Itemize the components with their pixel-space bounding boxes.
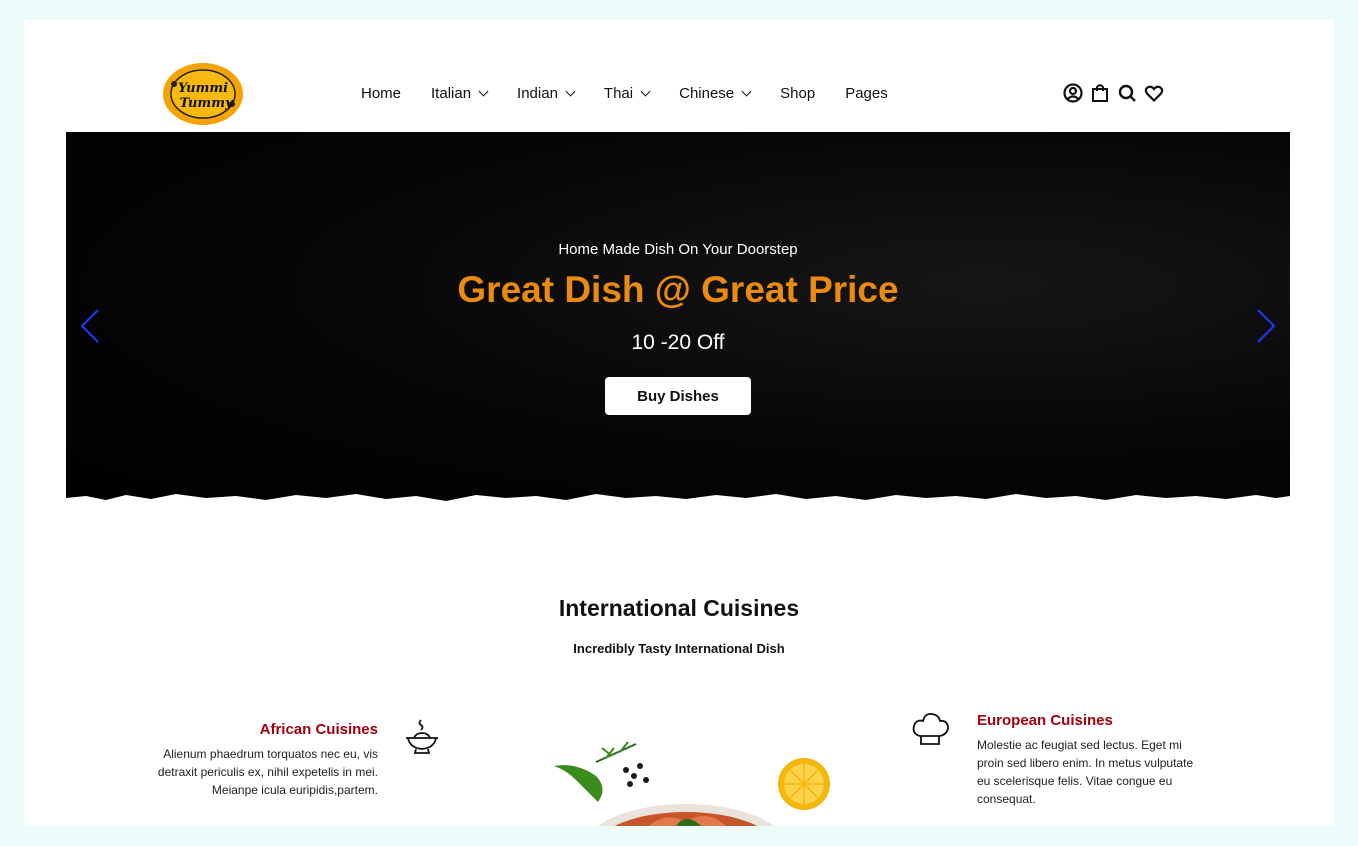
nav-pages[interactable]: Pages	[845, 85, 888, 102]
nav-italian-label: Italian	[431, 84, 472, 102]
nav-home[interactable]: Home	[361, 85, 401, 102]
hero-offer: 10 -20 Off	[631, 331, 725, 354]
african-cuisine-title[interactable]: African Cuisines	[94, 721, 378, 738]
chef-hat-icon	[912, 712, 949, 745]
nav-shop[interactable]: Shop	[780, 85, 815, 102]
chevron-down-icon	[640, 86, 651, 97]
african-cuisine-text: Alienum phaedrum torquatos nec eu, vis d…	[94, 745, 378, 799]
african-text-line: Meianpe icula euripidis,partem.	[211, 783, 378, 797]
european-text-line: proin sed libero enim. In metus vulputat…	[977, 756, 1194, 770]
nav-chinese[interactable]: Chinese	[679, 84, 752, 102]
svg-text:Tummy: Tummy	[180, 96, 234, 111]
european-text-line: consequat.	[977, 792, 1036, 806]
section-subtitle: Incredibly Tasty International Dish	[573, 641, 785, 656]
hero-title: Great Dish @ Great Price	[457, 269, 899, 310]
main-nav: Home Italian Indian Thai Chinese Shop Pa…	[361, 82, 888, 104]
hero-slider: Home Made Dish On Your Doorstep Great Di…	[66, 132, 1290, 514]
european-text-line: eu scelerisque felis. Vitae congue eu	[977, 774, 1173, 788]
page: Yummi Tummy Home Italian Indian Thai Chi…	[24, 20, 1334, 826]
nav-chinese-label: Chinese	[679, 84, 735, 102]
section-title: International Cuisines	[558, 595, 800, 621]
african-text-line: Alienum phaedrum torquatos nec eu, vis	[163, 747, 378, 761]
chevron-down-icon	[741, 86, 752, 97]
nav-thai-label: Thai	[603, 84, 634, 102]
chevron-left-icon[interactable]	[76, 308, 102, 344]
nav-shop-label: Shop	[780, 84, 816, 102]
nav-indian[interactable]: Indian	[517, 84, 576, 102]
nav-home-label: Home	[361, 84, 402, 102]
european-cuisine-text: Molestie ac feugiat sed lectus. Eget mi …	[977, 736, 1257, 808]
steaming-bowl-icon	[406, 719, 438, 754]
african-text-line: detraxit periculis ex, nihil expetelis i…	[157, 765, 378, 779]
user-circle-icon[interactable]	[1062, 82, 1084, 104]
food-bowl-image	[554, 741, 830, 826]
hero-subtitle: Home Made Dish On Your Doorstep	[558, 241, 798, 258]
nav-italian[interactable]: Italian	[431, 84, 489, 102]
svg-text:Yummi: Yummi	[178, 81, 228, 96]
site-logo[interactable]: Yummi Tummy	[162, 62, 244, 126]
torn-paper-edge	[66, 494, 1290, 514]
european-cuisine-title[interactable]: European Cuisines	[977, 712, 1257, 729]
search-icon[interactable]	[1116, 82, 1138, 104]
chevron-down-icon	[478, 86, 489, 97]
heart-icon[interactable]	[1143, 82, 1165, 104]
african-cuisine-card: African Cuisines Alienum phaedrum torqua…	[94, 721, 378, 799]
chevron-right-icon[interactable]	[1254, 308, 1280, 344]
nav-pages-label: Pages	[845, 84, 888, 102]
header-actions	[1062, 82, 1165, 104]
nav-thai[interactable]: Thai	[603, 84, 651, 102]
european-text-line: Molestie ac feugiat sed lectus. Eget mi	[977, 738, 1182, 752]
chevron-down-icon	[565, 86, 576, 97]
shopping-bag-icon[interactable]	[1089, 82, 1111, 104]
nav-indian-label: Indian	[517, 84, 558, 102]
european-cuisine-card: European Cuisines Molestie ac feugiat se…	[977, 712, 1257, 808]
buy-dishes-button[interactable]: Buy Dishes	[605, 377, 751, 415]
